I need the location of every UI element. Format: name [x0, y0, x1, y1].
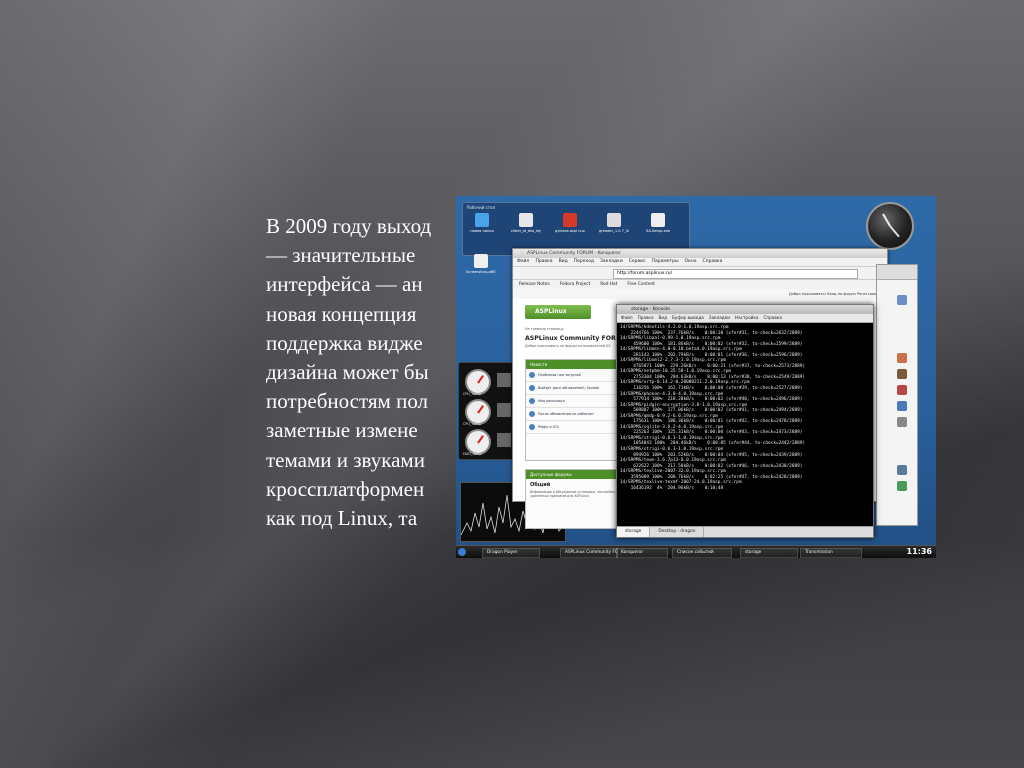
avatar[interactable] — [897, 385, 907, 395]
desktop-icon-label: client_id_dsa_key — [511, 229, 541, 233]
terminal-line: 16436192 4% 204.96kB/s 0:10:48 — [620, 485, 724, 491]
bookmark-link[interactable]: Red Hat — [600, 282, 617, 287]
desktop-icon-label: новая папка — [470, 229, 494, 233]
avatar[interactable] — [897, 369, 907, 379]
forums-box-title: Доступные форумы — [526, 470, 630, 479]
topic-row[interactable]: Моя консолька — [526, 395, 630, 408]
menu-item[interactable]: Окно — [685, 259, 697, 264]
terminal-tabs: storage Desktop : dragon — [617, 526, 873, 537]
gauge-bar — [497, 403, 511, 417]
desktop-icon-label: Screenshot-pdf0_cd.ai... — [466, 270, 496, 274]
file-icon — [519, 213, 533, 227]
avatar[interactable] — [897, 481, 907, 491]
menu-item[interactable]: Буфер вывода — [672, 315, 704, 320]
menu-item[interactable]: Вид — [559, 259, 568, 264]
bookmark-link[interactable]: Release Notes — [519, 282, 550, 287]
forum-topbar[interactable]: Добро пожаловать! Вход на форум Регистра… — [513, 289, 887, 299]
taskbar-clock[interactable]: 11:36 — [907, 546, 932, 558]
file-icon — [563, 213, 577, 227]
taskbar-task[interactable]: Transmission — [800, 548, 862, 558]
chat-contacts-window[interactable] — [876, 264, 918, 526]
bookmark-link[interactable]: Fedora Project — [560, 282, 591, 287]
terminal-titlebar[interactable]: storage - Konsole — [617, 305, 873, 314]
desktop-screenshot: Рабочий стол новая папка client_id_dsa_ke… — [456, 196, 936, 558]
menu-item[interactable]: Закладки — [709, 315, 730, 320]
desktop-icon-label: pyleoss.aspl nux.com.ua — [555, 229, 585, 233]
menu-item[interactable]: Сервис — [629, 259, 646, 264]
taskbar-task[interactable]: Список событий — [672, 548, 732, 558]
forum-heading: ASPLinux Community FORU — [525, 335, 621, 342]
avatar[interactable] — [897, 401, 907, 411]
file-icon — [475, 213, 489, 227]
gauge-label: HDD_Temp — [463, 452, 482, 456]
avatar[interactable] — [897, 353, 907, 363]
taskbar-task[interactable]: storage — [740, 548, 798, 558]
menu-item[interactable]: Параметры — [652, 259, 679, 264]
news-box-title: Новости — [526, 360, 630, 369]
topic-row[interactable]: Выйдет диск обновлений / Update — [526, 382, 630, 395]
analog-clock-widget — [866, 202, 914, 250]
desktop-icon[interactable]: client_id_dsa_key — [511, 213, 541, 233]
bookmark-link[interactable]: Free Content — [627, 282, 655, 287]
browser-menubar: Файл Правка Вид Переход Закладки Сервис Параме… — [513, 258, 887, 267]
terminal-tab[interactable]: storage — [617, 527, 651, 537]
avatar[interactable] — [897, 465, 907, 475]
menu-item[interactable]: Закладки — [600, 259, 623, 264]
gauge-bar — [497, 373, 511, 387]
file-icon — [607, 213, 621, 227]
avatar[interactable] — [897, 295, 907, 305]
topic-row[interactable]: Pidgin и ICQ — [526, 421, 630, 434]
menu-item[interactable]: Файл — [621, 315, 633, 320]
browser-toolbar: http://forum.asplinux.ru/ — [513, 267, 887, 280]
taskbar-task[interactable]: ASPLinux Community FOR... — [560, 548, 618, 558]
forum-category-title[interactable]: Общий — [526, 479, 630, 489]
forum-category-desc: Информация и обсуждение установки, настр… — [530, 490, 618, 498]
konsole-window[interactable]: storage - Konsole Файл Правка Вид Буфер выв… — [616, 304, 874, 538]
terminal-tab[interactable]: Desktop : dragon — [650, 527, 705, 537]
url-input[interactable]: http://forum.asplinux.ru/ — [613, 269, 858, 279]
desktop-icon[interactable]: pyleoss.aspl nux.com.ua — [555, 213, 585, 233]
chat-tabs[interactable] — [877, 265, 917, 280]
menu-item[interactable]: Справка — [703, 259, 723, 264]
panel-title: Рабочий стол — [467, 205, 496, 210]
avatar[interactable] — [897, 417, 907, 427]
topic-row[interactable]: Проблемы при загрузке — [526, 369, 630, 382]
menu-item[interactable]: Файл — [517, 259, 529, 264]
menu-item[interactable]: Переход — [574, 259, 594, 264]
forum-subheading: Добро пожаловать на форум пользователей … — [525, 344, 611, 348]
asplinux-logo[interactable]: ASPLinux — [525, 305, 591, 319]
menu-item[interactable]: Правка — [535, 259, 552, 264]
desktop-icon[interactable]: Screenshot-pdf0_cd.ai... — [466, 254, 496, 274]
desktop-icon-label: SA-Setup.exe — [645, 229, 670, 233]
desktop-icon-label: greader_1.0 7_3rd.exe — [599, 229, 629, 233]
file-icon — [651, 213, 665, 227]
menu-item[interactable]: Справка — [763, 315, 781, 320]
kde-menu-icon[interactable] — [458, 548, 466, 556]
taskbar-task[interactable]: Dragon Player — [482, 548, 540, 558]
gauge-label: CPU_Temp — [463, 422, 481, 426]
file-icon — [474, 254, 488, 268]
menu-item[interactable]: Правка — [638, 315, 654, 320]
terminal-output[interactable]: 14/SRPMS/kdeutils-4.2.0-1.0.19asp.src.rp… — [617, 323, 873, 523]
menu-item[interactable]: Настройка — [735, 315, 759, 320]
taskbar: Dragon Player ASPLinux Community FOR...Ko… — [456, 545, 936, 558]
terminal-menubar: Файл Правка Вид Буфер вывода Закладки Настрой… — [617, 314, 873, 323]
topic-row[interactable]: После обновления не работает — [526, 408, 630, 421]
desktop-icon[interactable]: новая папка — [467, 213, 497, 233]
desktop-icon[interactable]: greader_1.0 7_3rd.exe — [599, 213, 629, 233]
menu-item[interactable]: Вид — [659, 315, 668, 320]
breadcrumb[interactable]: На главную страницу — [525, 327, 564, 331]
taskbar-task[interactable]: Konqueror — [616, 548, 668, 558]
temperature-gauges-widget: CPU_Temp CPU_Temp HDD_Temp — [458, 362, 518, 460]
desktop-icon[interactable]: SA-Setup.exe — [643, 213, 673, 233]
gauge-label: CPU_Temp — [463, 392, 481, 396]
gauge-bar — [497, 433, 511, 447]
browser-titlebar[interactable]: ASPLinux Community FORUM - Konqueror — [513, 249, 887, 258]
